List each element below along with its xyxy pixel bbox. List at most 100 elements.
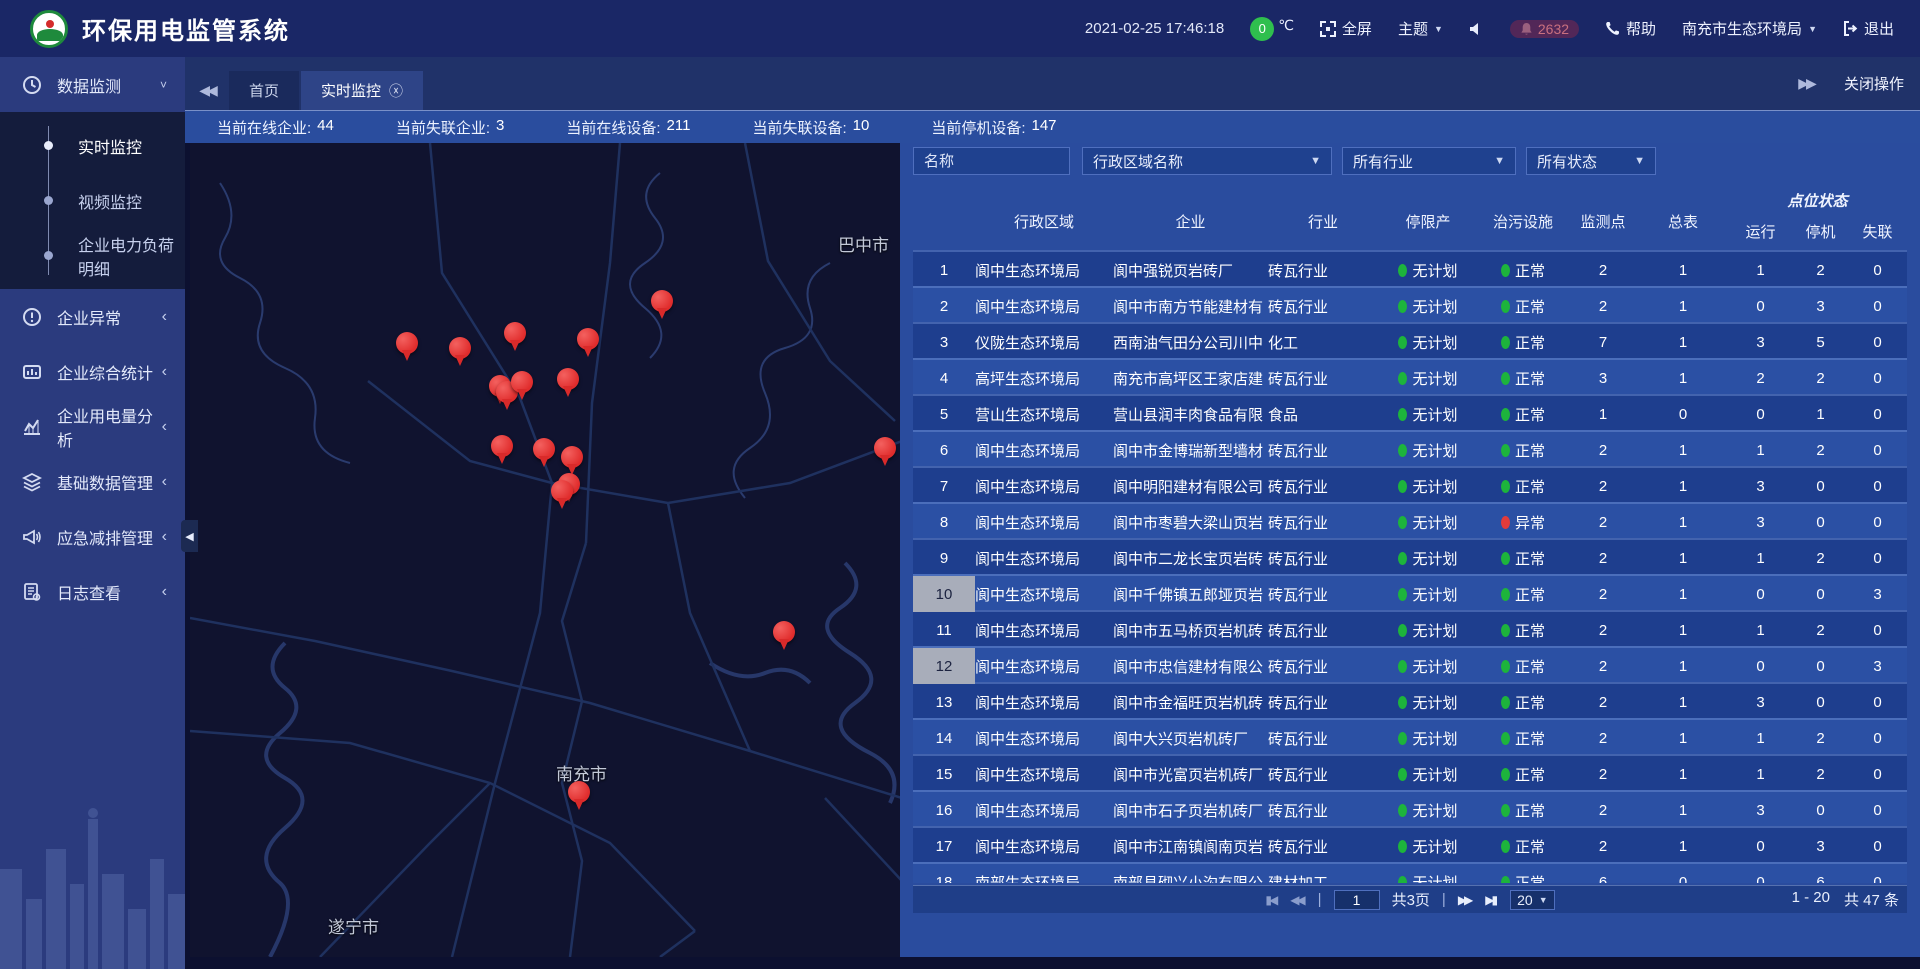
sidebar-item-6[interactable]: 应急减排管理‹ bbox=[0, 509, 185, 564]
sidebar-subitem-1[interactable]: 实时监控 bbox=[0, 118, 185, 173]
table-row[interactable]: 4高坪生态环境局南充市高坪区王家店建砖瓦行业无计划正常31220 bbox=[913, 358, 1907, 394]
sidebar-subitem-3[interactable]: 企业电力负荷明细 bbox=[0, 228, 185, 283]
col-company: 企业 bbox=[1113, 180, 1268, 250]
sidebar-item-7[interactable]: 日志查看‹ bbox=[0, 564, 185, 619]
table-row[interactable]: 12阆中生态环境局阆中市忠信建材有限公砖瓦行业无计划正常21003 bbox=[913, 646, 1907, 682]
help-button[interactable]: 帮助 bbox=[1605, 18, 1656, 39]
prev-page-button[interactable]: ◀◀ bbox=[1290, 893, 1305, 907]
fullscreen-button[interactable]: 全屏 bbox=[1320, 18, 1372, 39]
map-pin-icon[interactable] bbox=[511, 371, 533, 401]
sidebar-collapse-handle[interactable]: ◀ bbox=[181, 520, 198, 552]
pager-divider: | bbox=[1318, 891, 1322, 908]
cell-index: 12 bbox=[913, 648, 975, 684]
map-pin-icon[interactable] bbox=[449, 337, 471, 367]
cell-lost: 0 bbox=[1848, 334, 1907, 351]
cell-run: 0 bbox=[1728, 658, 1793, 675]
tab-close-icon[interactable]: ⓧ bbox=[389, 81, 403, 101]
sidebar: 数据监测˅ 实时监控视频监控企业电力负荷明细企业异常‹企业综合统计‹企业用电量分析… bbox=[0, 57, 185, 969]
map-pin-icon[interactable] bbox=[577, 328, 599, 358]
tab-2[interactable]: 实时监控ⓧ bbox=[301, 71, 423, 110]
table-row[interactable]: 6阆中生态环境局阆中市金博瑞新型墙材砖瓦行业无计划正常21120 bbox=[913, 430, 1907, 466]
sound-toggle[interactable] bbox=[1469, 22, 1484, 36]
filter-bar: 行政区域名称 ▼ 所有行业 ▼ 所有状态 ▼ bbox=[913, 147, 1907, 175]
theme-menu[interactable]: 主题 ▼ bbox=[1398, 18, 1443, 39]
cell-treatment-status: 正常 bbox=[1478, 548, 1568, 569]
sidebar-subitem-label: 视频监控 bbox=[78, 189, 142, 213]
sidebar-item-2[interactable]: 企业异常‹ bbox=[0, 289, 185, 344]
name-filter-input[interactable] bbox=[924, 153, 1059, 170]
map-pin-icon[interactable] bbox=[773, 621, 795, 651]
last-page-button[interactable]: ▶▮ bbox=[1485, 893, 1498, 907]
table-row[interactable]: 3仪陇生态环境局西南油气田分公司川中化工无计划正常71350 bbox=[913, 322, 1907, 358]
next-page-button[interactable]: ▶▶ bbox=[1458, 893, 1473, 907]
col-lost: 失联 bbox=[1848, 221, 1907, 242]
map-pin-icon[interactable] bbox=[874, 437, 896, 467]
map-pin-icon[interactable] bbox=[396, 332, 418, 362]
sidebar-item-5[interactable]: 基础数据管理‹ bbox=[0, 454, 185, 509]
cell-limit-status: 无计划 bbox=[1378, 296, 1478, 317]
map-pin-icon[interactable] bbox=[651, 290, 673, 320]
cell-run: 2 bbox=[1728, 370, 1793, 387]
table-row[interactable]: 11阆中生态环境局阆中市五马桥页岩机砖砖瓦行业无计划正常21120 bbox=[913, 610, 1907, 646]
page-size-select[interactable]: 20 ▼ bbox=[1510, 890, 1555, 910]
cell-run: 0 bbox=[1728, 586, 1793, 603]
map-pin-icon[interactable] bbox=[491, 435, 513, 465]
cell-region: 阆中生态环境局 bbox=[975, 548, 1113, 569]
org-menu[interactable]: 南充市生态环境局 ▼ bbox=[1682, 18, 1817, 39]
table-row[interactable]: 10阆中生态环境局阆中千佛镇五郎垭页岩砖瓦行业无计划正常21003 bbox=[913, 574, 1907, 610]
map-pin-icon[interactable] bbox=[557, 368, 579, 398]
cell-company: 阆中明阳建材有限公司 bbox=[1113, 476, 1268, 497]
logout-button[interactable]: 退出 bbox=[1843, 18, 1894, 39]
table-row[interactable]: 7阆中生态环境局阆中明阳建材有限公司砖瓦行业无计划正常21300 bbox=[913, 466, 1907, 502]
map-pin-icon[interactable] bbox=[504, 322, 526, 352]
sidebar-item-4[interactable]: 企业用电量分析‹ bbox=[0, 399, 185, 454]
cell-stop: 0 bbox=[1793, 478, 1848, 495]
cell-run: 1 bbox=[1728, 730, 1793, 747]
table-row[interactable]: 9阆中生态环境局阆中市二龙长宝页岩砖砖瓦行业无计划正常21120 bbox=[913, 538, 1907, 574]
table-row[interactable]: 13阆中生态环境局阆中市金福旺页岩机砖砖瓦行业无计划正常21300 bbox=[913, 682, 1907, 718]
cell-points: 2 bbox=[1568, 622, 1638, 639]
notification-badge[interactable]: 2632 bbox=[1510, 20, 1579, 38]
map-panel[interactable]: 巴中市南充市遂宁市 bbox=[190, 143, 902, 957]
table-row[interactable]: 14阆中生态环境局阆中大兴页岩机砖厂砖瓦行业无计划正常21120 bbox=[913, 718, 1907, 754]
table-row[interactable]: 5营山生态环境局营山县润丰肉食品有限食品无计划正常10010 bbox=[913, 394, 1907, 430]
tab-1[interactable]: 首页 bbox=[229, 71, 299, 110]
fullscreen-label: 全屏 bbox=[1342, 18, 1372, 39]
table-row[interactable]: 16阆中生态环境局阆中市石子页岩机砖厂砖瓦行业无计划正常21300 bbox=[913, 790, 1907, 826]
table-row[interactable]: 17阆中生态环境局阆中市江南镇阆南页岩砖瓦行业无计划正常21030 bbox=[913, 826, 1907, 862]
map-pin-icon[interactable] bbox=[568, 781, 590, 811]
cell-treatment-status: 正常 bbox=[1478, 836, 1568, 857]
page-number-input[interactable] bbox=[1334, 890, 1380, 910]
region-filter-select[interactable]: 行政区域名称 ▼ bbox=[1082, 147, 1332, 175]
status-dot-icon bbox=[1501, 372, 1510, 385]
status-filter-select[interactable]: 所有状态 ▼ bbox=[1526, 147, 1656, 175]
tabs-scroll-right-button[interactable]: ▶▶ bbox=[1784, 64, 1828, 103]
table-row[interactable]: 18南部生态环境局南部县砌兴小沟有限公建材加工无计划正常60060 bbox=[913, 862, 1907, 883]
status-dot-icon bbox=[1501, 588, 1510, 601]
cell-stop: 2 bbox=[1793, 442, 1848, 459]
industry-filter-select[interactable]: 所有行业 ▼ bbox=[1342, 147, 1516, 175]
map-pin-icon[interactable] bbox=[551, 480, 573, 510]
cell-lost: 3 bbox=[1848, 586, 1907, 603]
stat-value: 3 bbox=[496, 117, 504, 138]
cell-meter: 1 bbox=[1638, 442, 1728, 459]
status-dot-icon bbox=[1501, 660, 1510, 673]
sidebar-item-1[interactable]: 数据监测˅ bbox=[0, 57, 185, 112]
map-pin-icon[interactable] bbox=[561, 446, 583, 476]
cell-industry: 食品 bbox=[1268, 404, 1378, 425]
table-row[interactable]: 1阆中生态环境局阆中强锐页岩砖厂砖瓦行业无计划正常21120 bbox=[913, 250, 1907, 286]
cell-limit-status: 无计划 bbox=[1378, 800, 1478, 821]
table-row[interactable]: 8阆中生态环境局阆中市枣碧大梁山页岩砖瓦行业无计划异常21300 bbox=[913, 502, 1907, 538]
sidebar-subitem-2[interactable]: 视频监控 bbox=[0, 173, 185, 228]
cell-points: 2 bbox=[1568, 694, 1638, 711]
status-dot-icon bbox=[1398, 300, 1407, 313]
tabs-scroll-left-button[interactable]: ◀◀ bbox=[185, 71, 229, 110]
cell-industry: 砖瓦行业 bbox=[1268, 512, 1378, 533]
close-operations-button[interactable]: 关闭操作 bbox=[1844, 73, 1904, 94]
table-row[interactable]: 15阆中生态环境局阆中市光富页岩机砖厂砖瓦行业无计划正常21120 bbox=[913, 754, 1907, 790]
map-pin-icon[interactable] bbox=[533, 438, 555, 468]
table-row[interactable]: 2阆中生态环境局阆中市南方节能建材有砖瓦行业无计划正常21030 bbox=[913, 286, 1907, 322]
first-page-button[interactable]: ▮◀ bbox=[1265, 893, 1278, 907]
sidebar-item-3[interactable]: 企业综合统计‹ bbox=[0, 344, 185, 399]
status-text: 正常 bbox=[1515, 476, 1545, 497]
